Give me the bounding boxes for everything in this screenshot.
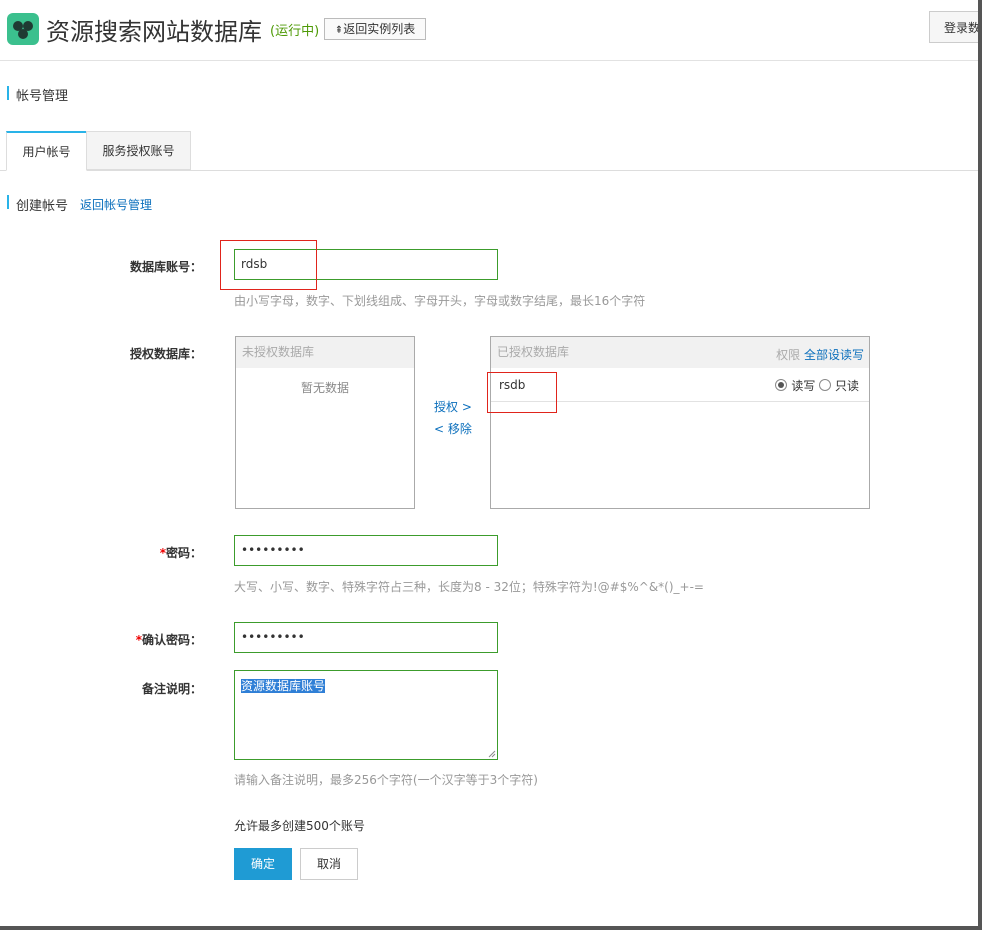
confirm-password-input[interactable]: ••••••••• [234, 622, 498, 653]
authorized-db-header-label: 已授权数据库 [497, 345, 570, 359]
section-marker [7, 86, 9, 100]
permission-options: 读写 只读 [775, 377, 859, 394]
unauthorized-empty-text: 暂无数据 [300, 381, 349, 395]
authdb-label: 授权数据库： [129, 347, 202, 361]
read-only-label: 只读 [834, 379, 859, 393]
read-write-label: 读写 [791, 379, 816, 393]
tab-service-accounts[interactable]: 服务授权账号 [86, 131, 191, 170]
highlight-box-account [220, 240, 317, 290]
tab-user-accounts[interactable]: 用户帐号 [6, 131, 87, 171]
permission-header: 权限 全部设读写 [776, 346, 864, 363]
read-only-radio[interactable] [819, 379, 832, 391]
section-title: 帐号管理 [16, 89, 69, 104]
status-badge: (运行中) [270, 24, 320, 39]
authorized-db-list[interactable]: 已授权数据库 权限 全部设读写 rsdb 读写 只读 [490, 336, 870, 509]
account-hint: 由小写字母，数字、下划线组成、字母开头，字母或数字结尾，最长16个字符 [234, 294, 646, 308]
subsection-title: 创建帐号 [16, 199, 69, 214]
confirm-button[interactable]: 确定 [234, 848, 292, 880]
password-label-row: *密码： [92, 544, 202, 561]
cancel-button[interactable]: 取消 [300, 848, 358, 880]
header-divider [0, 60, 978, 61]
confirm-password-label-row: *确认密码： [92, 631, 202, 648]
account-limit-note: 允许最多创建500个账号 [234, 819, 365, 833]
password-hint: 大写、小写、数字、特殊字符占三种，长度为8 - 32位；特殊字符为!@#$%^&… [234, 580, 704, 594]
set-all-read-write-link[interactable]: 全部设读写 [804, 348, 864, 362]
password-label: 密码： [165, 546, 202, 560]
read-write-radio[interactable] [775, 379, 788, 391]
account-label: 数据库账号： [129, 260, 202, 274]
remark-value: 资源数据库账号 [241, 679, 326, 693]
resize-handle-icon[interactable] [488, 750, 496, 758]
back-to-instances-button[interactable]: ⇞返回实例列表 [324, 18, 426, 40]
login-database-button[interactable]: 登录数 [929, 11, 982, 43]
remark-hint: 请输入备注说明，最多256个字符(一个汉字等于3个字符) [234, 773, 538, 787]
remark-textarea[interactable]: 资源数据库账号 [234, 670, 498, 760]
app-logo-icon [7, 13, 39, 45]
unauthorized-db-list[interactable]: 未授权数据库 暂无数据 [235, 336, 415, 509]
grant-button[interactable]: 授权 > [434, 398, 472, 415]
frame-bottom-border [0, 926, 982, 930]
subsection-marker [7, 195, 9, 209]
back-to-instances-label: 返回实例列表 [343, 22, 416, 36]
password-input[interactable]: ••••••••• [234, 535, 498, 566]
page-title: 资源搜索网站数据库 [46, 18, 262, 46]
frame-right-border [978, 0, 982, 930]
up-arrow-icon: ⇞ [334, 25, 344, 36]
permission-label: 权限 [776, 348, 801, 362]
confirm-password-label: 确认密码： [141, 633, 202, 647]
back-to-account-management-link[interactable]: 返回帐号管理 [80, 196, 152, 213]
remark-label: 备注说明： [141, 682, 202, 696]
remove-button[interactable]: < 移除 [434, 420, 472, 437]
unauthorized-db-header: 未授权数据库 [236, 337, 414, 368]
highlight-box-db [487, 372, 557, 413]
